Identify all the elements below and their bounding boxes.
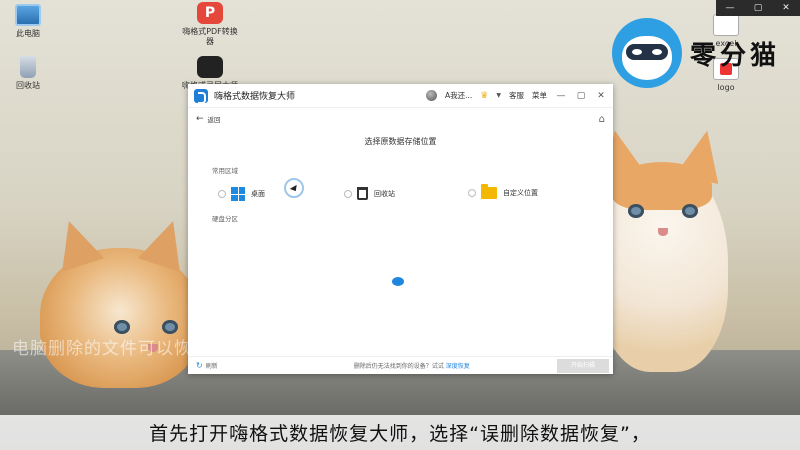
desktop-icon-label: 嗨格式PDF转换器 — [182, 27, 238, 46]
close-icon[interactable]: ✕ — [595, 91, 607, 101]
app-bottom-bar: ↻ 刷新 删除后仍无法找到你的设备？试试 深度恢复 开始扫描 — [188, 356, 613, 374]
maximize-icon[interactable]: ▢ — [744, 0, 772, 16]
chevron-down-icon[interactable]: ▼ — [496, 92, 501, 99]
close-icon[interactable]: ✕ — [772, 0, 800, 16]
avatar[interactable] — [426, 90, 437, 101]
app-logo-icon — [194, 88, 208, 104]
page-title: 选择原数据存储位置 — [364, 137, 437, 146]
common-section-label: 常用区域 — [212, 167, 238, 175]
back-button[interactable]: 返回 — [208, 114, 221, 124]
location-option-custom[interactable]: 自定义位置 — [468, 184, 538, 199]
hint-text: 删除后仍无法找到你的设备？试试 — [353, 363, 444, 370]
desktop-icon-label: 回收站 — [16, 81, 40, 90]
disk-section-label: 硬盘分区 — [212, 215, 238, 223]
minimize-icon[interactable]: — — [716, 0, 744, 16]
loading-indicator — [392, 277, 404, 286]
location-option-desktop[interactable]: 桌面 — [218, 187, 265, 201]
desktop-icon-pdf-converter[interactable]: P 嗨格式PDF转换器 — [182, 2, 238, 47]
radio-button[interactable] — [344, 189, 352, 198]
desktop-icon-this-pc[interactable]: 此电脑 — [0, 4, 56, 39]
app-titlebar: 嗨格式数据恢复大师 A我还... ♛ ▼ 客服 菜单 — ▢ ✕ — [188, 84, 613, 108]
refresh-icon[interactable]: ↻ — [196, 361, 203, 370]
folder-icon — [481, 184, 497, 199]
location-option-recycle-bin[interactable]: 回收站 — [344, 187, 395, 200]
location-label: 自定义位置 — [503, 189, 538, 197]
recovery-app-window: 嗨格式数据恢复大师 A我还... ♛ ▼ 客服 菜单 — ▢ ✕ ← 返回 ⌂ … — [188, 84, 613, 374]
location-label: 桌面 — [251, 190, 265, 198]
service-button[interactable]: 客服 — [509, 90, 524, 101]
vip-crown-icon: ♛ — [480, 90, 489, 101]
menu-button[interactable]: 菜单 — [532, 90, 547, 101]
app-title: 嗨格式数据恢复大师 — [214, 92, 296, 102]
back-arrow-icon[interactable]: ← — [196, 114, 204, 124]
desktop-icon-label: 此电脑 — [16, 29, 40, 38]
brand-watermark: 零分猫 — [612, 18, 780, 88]
refresh-button[interactable]: 刷新 — [206, 361, 218, 370]
computer-icon — [15, 4, 41, 26]
subtitle-bar: 首先打开嗨格式数据恢复大师，选择“误删除数据恢复”， — [0, 415, 800, 450]
radio-button[interactable] — [468, 189, 476, 197]
brand-text: 零分猫 — [690, 40, 781, 71]
deep-recovery-link[interactable]: 深度恢复 — [446, 361, 470, 370]
radio-button[interactable] — [218, 190, 226, 198]
kitten-left — [40, 214, 200, 388]
location-label: 回收站 — [374, 189, 395, 198]
desktop-icon-recycle-bin[interactable]: 回收站 — [0, 56, 56, 91]
pdf-app-icon: P — [197, 2, 223, 24]
player-window-controls: — ▢ ✕ — [716, 0, 800, 16]
minimize-icon[interactable]: — — [555, 91, 567, 101]
video-app-icon — [197, 56, 223, 78]
nav-row: ← 返回 ⌂ — [188, 108, 613, 130]
kitten-right — [593, 125, 729, 372]
subtitle-text: 首先打开嗨格式数据恢复大师，选择“误删除数据恢复”， — [149, 423, 651, 445]
recycle-bin-icon — [20, 56, 36, 78]
location-options: 桌面 回收站 自定义位置 — [188, 178, 613, 211]
home-icon[interactable]: ⌂ — [599, 114, 605, 125]
recycle-bin-icon — [357, 187, 368, 200]
windows-icon — [231, 187, 245, 201]
cat-logo-icon — [612, 18, 682, 88]
account-name[interactable]: A我还... — [445, 90, 472, 101]
maximize-icon[interactable]: ▢ — [575, 91, 587, 101]
start-scan-button[interactable]: 开始扫描 — [557, 359, 609, 373]
